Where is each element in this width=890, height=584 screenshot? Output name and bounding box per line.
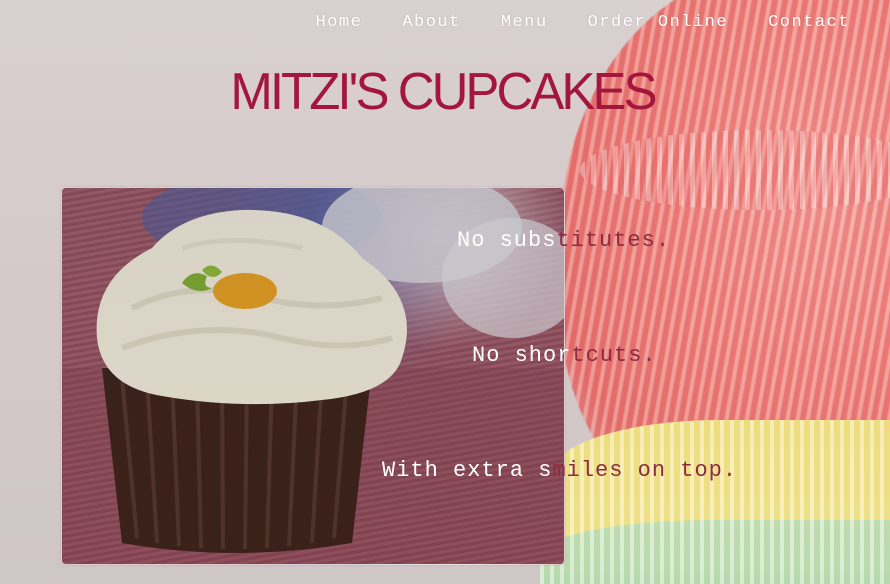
- nav-order-online-link[interactable]: Order Online: [588, 13, 728, 32]
- green-liner-image: [540, 520, 890, 584]
- nav-about-link[interactable]: About: [402, 13, 461, 32]
- tagline-extra-smiles: With extra smiles on top.: [382, 458, 737, 483]
- tagline-2-part-b: tcuts.: [571, 343, 657, 368]
- site-title: MITZI'S CUPCAKES: [0, 62, 890, 122]
- page: { "nav": { "items": [ {"label": "Home"},…: [0, 0, 890, 584]
- nav-menu-link[interactable]: Menu: [501, 13, 548, 32]
- tagline-no-substitutes: No substitutes.: [457, 228, 670, 253]
- nav-home-link[interactable]: Home: [316, 13, 363, 32]
- main-nav: Home About Menu Order Online Contact: [316, 13, 850, 32]
- nav-contact-link[interactable]: Contact: [768, 13, 850, 32]
- tagline-1-part-a: No subs: [457, 228, 557, 253]
- tagline-1-part-b: titutes.: [556, 228, 671, 253]
- site-title-text: MITZI'S CUPCAKES: [230, 63, 657, 121]
- tagline-2-part-a: No shor: [472, 343, 572, 368]
- tagline-no-shortcuts: No shortcuts.: [472, 343, 657, 368]
- tagline-3-part-b: miles on top.: [552, 458, 738, 483]
- tagline-3-part-a: With extra s: [382, 458, 553, 483]
